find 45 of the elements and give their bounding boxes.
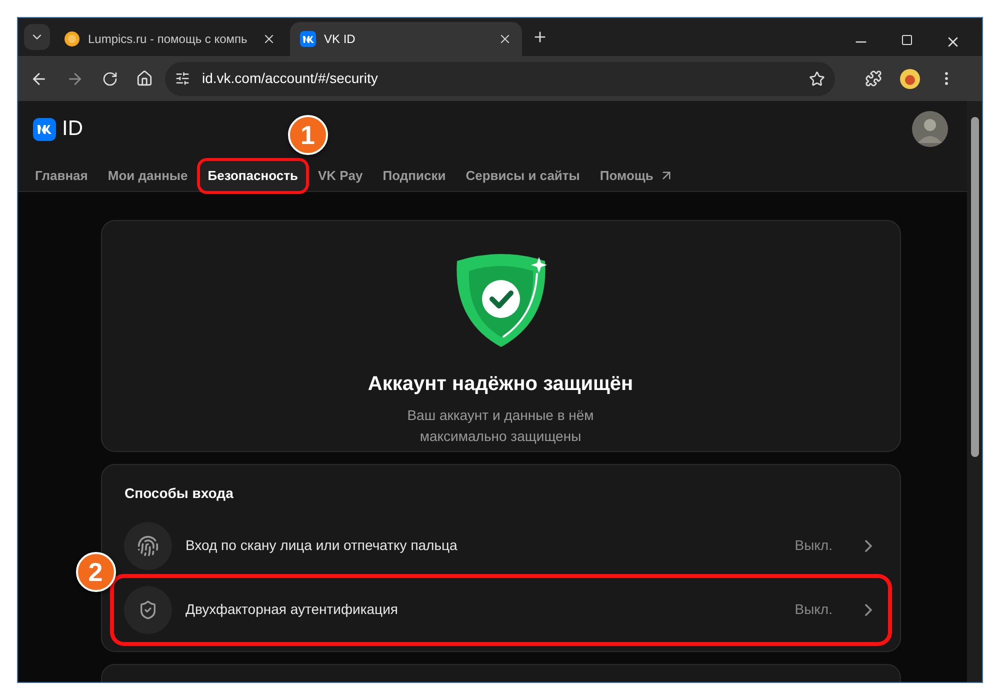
tab-list-button[interactable] <box>24 24 50 50</box>
address-bar[interactable]: id.vk.com/account/#/security <box>165 62 835 96</box>
nav-tab[interactable]: Мои данные <box>100 161 196 190</box>
section-title: Способы входа <box>124 484 234 503</box>
site-settings-icon[interactable] <box>175 71 190 86</box>
chevron-right-icon <box>864 540 872 552</box>
callout-number: 1 <box>288 115 328 155</box>
fingerprint-icon <box>136 534 158 556</box>
user-avatar[interactable] <box>912 111 948 147</box>
extensions-icon[interactable] <box>865 70 882 87</box>
status-title: Аккаунт надёжно защищён <box>368 372 634 396</box>
browser-tab[interactable]: VK ID <box>290 22 522 56</box>
login-method-row[interactable]: Двухфакторная аутентификация Выкл. <box>114 578 888 642</box>
nav-tab[interactable]: Помощь <box>592 161 682 190</box>
close-icon[interactable] <box>262 32 276 46</box>
home-icon[interactable] <box>136 70 153 87</box>
chevron-right-icon <box>864 604 872 616</box>
status-subtitle: Ваш аккаунт и данные в нём <box>407 406 594 425</box>
shield-icon <box>138 600 158 620</box>
nav-tab[interactable]: Подписки <box>374 161 454 190</box>
new-tab-icon[interactable] <box>532 29 548 45</box>
method-label: Вход по скану лица или отпечатку пальца <box>186 536 458 555</box>
maximize-icon[interactable] <box>901 34 913 46</box>
url-text: id.vk.com/account/#/security <box>202 69 379 88</box>
vk-logo-icon[interactable] <box>33 118 56 140</box>
vk-logo-icon <box>300 31 316 47</box>
method-label: Двухфакторная аутентификация <box>186 600 399 619</box>
method-status: Выкл. <box>794 536 832 555</box>
fruit-icon <box>64 31 80 47</box>
login-method-row[interactable]: Вход по скану лица или отпечатку пальца Выкл. <box>114 514 888 578</box>
profile-avatar-icon[interactable] <box>900 68 920 88</box>
logo-text: ID <box>62 116 83 142</box>
method-status: Выкл. <box>794 600 832 619</box>
callout-number: 2 <box>76 552 116 592</box>
browser-tab[interactable]: Lumpics.ru - помощь с компь <box>54 22 286 56</box>
nav-tab[interactable]: Безопасность <box>200 161 306 190</box>
status-subtitle: максимально защищены <box>420 426 582 446</box>
tab-title: VK ID <box>324 31 356 48</box>
reload-icon[interactable] <box>102 70 118 86</box>
nav-tab[interactable]: Сервисы и сайты <box>458 161 588 190</box>
nav-tab[interactable]: VK Pay <box>310 161 371 190</box>
close-icon[interactable] <box>498 32 512 46</box>
nav-tab[interactable]: Главная <box>27 161 96 190</box>
bookmark-icon[interactable] <box>809 70 825 86</box>
tab-title: Lumpics.ru - помощь с компь <box>88 31 248 48</box>
